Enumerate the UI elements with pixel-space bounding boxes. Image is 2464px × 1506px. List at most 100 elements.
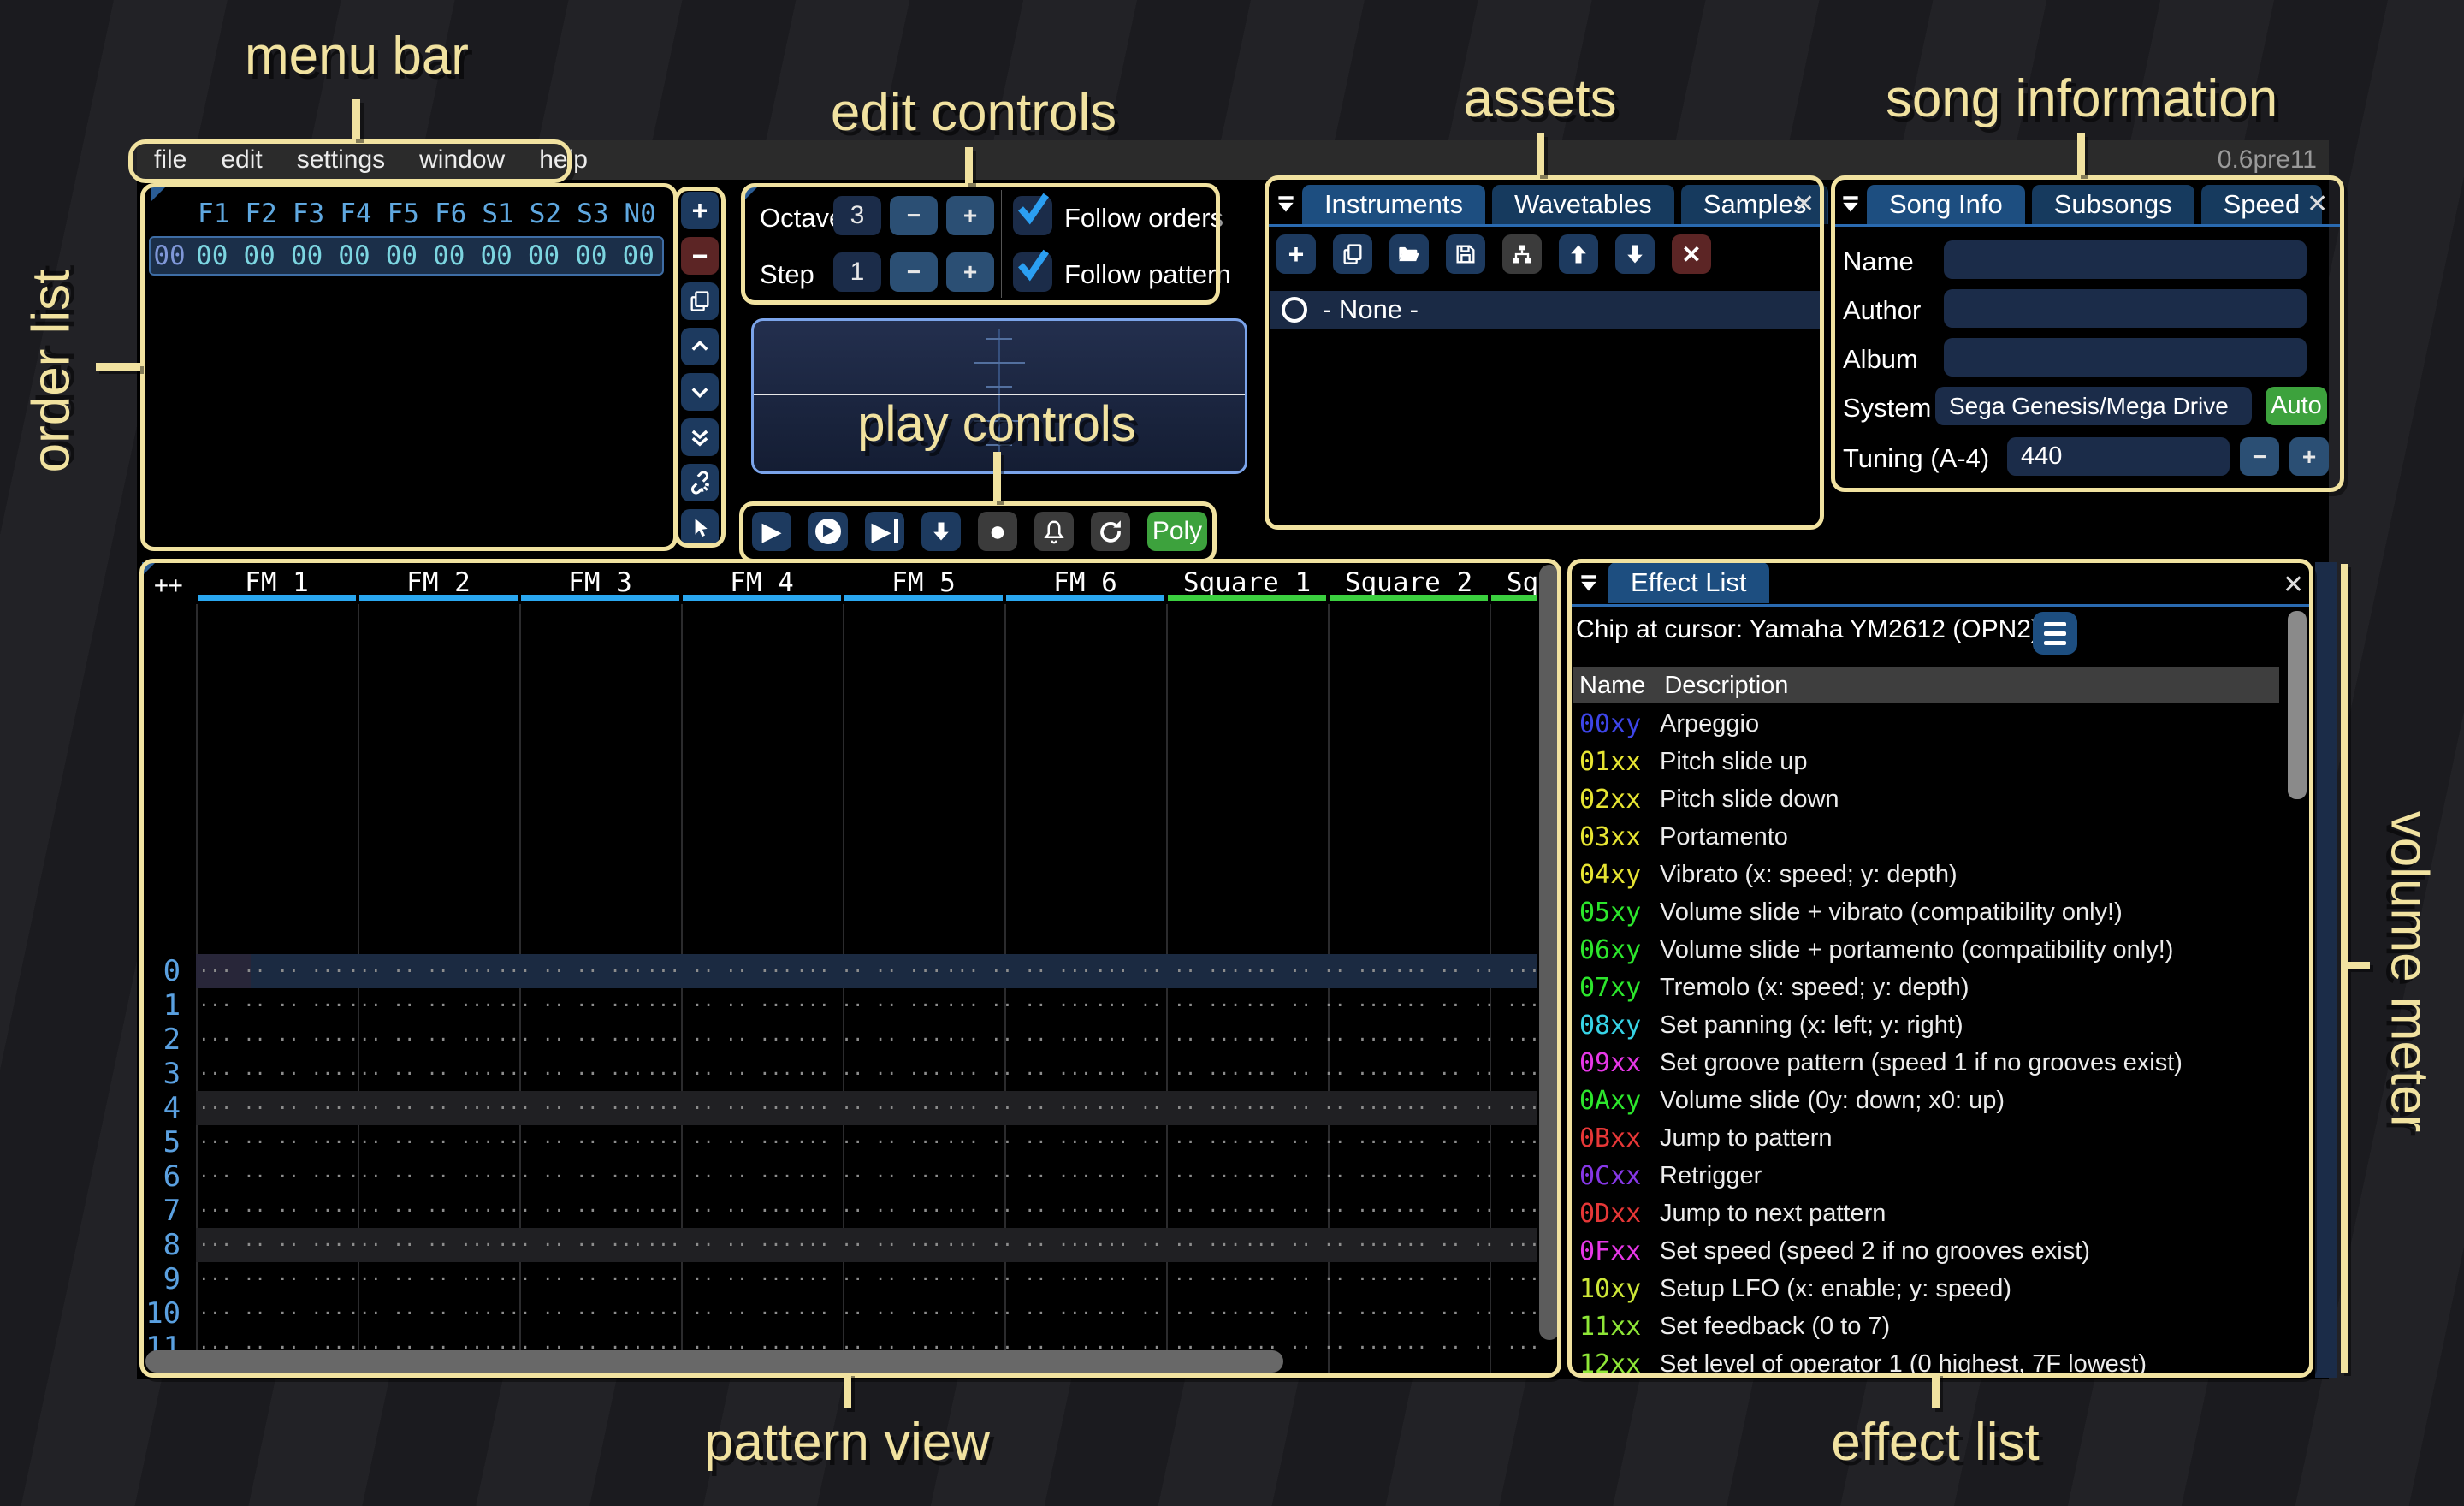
step-plus-button[interactable]: + — [946, 252, 994, 292]
pattern-cell[interactable]: ··· ·· ·· ···· — [192, 1166, 341, 1187]
pattern-row[interactable]: 1 ··· ·· ·· ···· ··· ·· ·· ···· ··· ·· ·… — [142, 988, 1537, 1023]
effect-row[interactable]: 01xx Pitch slide up — [1573, 743, 2283, 780]
record-button[interactable]: ● — [978, 512, 1017, 551]
pattern-cell[interactable]: ··· ·· ·· ···· — [1088, 1166, 1238, 1187]
pattern-row[interactable]: 9 ··· ·· ·· ···· ··· ·· ·· ···· ··· ·· ·… — [142, 1262, 1537, 1296]
menu-item[interactable]: window — [402, 145, 522, 175]
pattern-row[interactable]: 5 ··· ·· ·· ···· ··· ·· ·· ···· ··· ·· ·… — [142, 1125, 1537, 1159]
pattern-cell[interactable]: ··· ·· ·· ···· — [341, 995, 491, 1016]
order-cell[interactable]: 00 — [235, 240, 282, 271]
pattern-row[interactable]: 3 ··· ·· ·· ···· ··· ·· ·· ···· ··· ·· ·… — [142, 1057, 1537, 1091]
pattern-cell[interactable]: ··· ·· ·· ···· — [1238, 1098, 1388, 1118]
order-cell[interactable]: 00 — [615, 240, 662, 271]
order-channel-header[interactable]: F1 — [190, 199, 237, 229]
pattern-row[interactable]: 2 ··· ·· ·· ···· ··· ·· ·· ···· ··· ·· ·… — [142, 1023, 1537, 1057]
album-field[interactable] — [1944, 338, 2307, 376]
pattern-row[interactable]: 4 ··· ·· ·· ···· ··· ·· ·· ···· ··· ·· ·… — [142, 1091, 1537, 1125]
pattern-cell[interactable]: ··· ·· ·· ···· — [1387, 1132, 1537, 1153]
pattern-cell[interactable]: ··· ·· ·· ···· — [939, 1098, 1088, 1118]
pattern-cell[interactable]: ··· ·· ·· ···· — [1238, 1235, 1388, 1255]
order-channel-header[interactable]: F2 — [237, 199, 284, 229]
channel-header[interactable]: FM 5 — [843, 562, 1004, 602]
pattern-cell[interactable]: ··· ·· ·· ···· — [490, 1201, 640, 1221]
pattern-cell[interactable]: ··· ·· ·· ···· — [640, 961, 790, 981]
collapse-icon[interactable] — [1275, 193, 1297, 216]
pattern-cell[interactable]: ··· ·· ·· ···· — [1387, 1098, 1537, 1118]
order-channel-header[interactable]: F6 — [427, 199, 474, 229]
order-channel-header[interactable]: F4 — [332, 199, 379, 229]
song-info-tab[interactable]: Speed — [2201, 185, 2323, 224]
channel-header[interactable]: Square 1 — [1166, 562, 1328, 602]
close-icon[interactable]: ✕ — [2283, 572, 2304, 598]
pattern-cell[interactable]: ··· ·· ·· ···· — [939, 1303, 1088, 1324]
pattern-cell[interactable]: ··· ·· ·· ···· — [1387, 1269, 1537, 1290]
pattern-cell[interactable]: ··· ·· ·· ···· — [790, 1235, 939, 1255]
asset-save-button[interactable] — [1446, 234, 1485, 274]
pattern-cell[interactable]: ··· ·· ·· ···· — [192, 1064, 341, 1084]
pattern-cell[interactable]: ··· ·· ·· ···· — [640, 1098, 790, 1118]
asset-move-down-button[interactable] — [1615, 234, 1655, 274]
order-channel-header[interactable]: S2 — [522, 199, 569, 229]
effect-row[interactable]: 10xy Setup LFO (x: enable; y: speed) — [1573, 1270, 2283, 1307]
step-value[interactable]: 1 — [833, 252, 881, 292]
pattern-cell[interactable]: ··· ·· ·· ···· — [640, 1132, 790, 1153]
pattern-cell[interactable]: ··· ·· ·· ···· — [1387, 1303, 1537, 1324]
pattern-cell[interactable]: ··· ·· ·· ···· — [490, 1235, 640, 1255]
order-add-button[interactable]: + — [681, 192, 719, 229]
pattern-cell[interactable]: ··· ·· ·· ···· — [1238, 1132, 1388, 1153]
play-pattern-button[interactable]: ▶ — [808, 512, 848, 551]
collapse-icon[interactable] — [1839, 193, 1862, 216]
pattern-cell[interactable]: ··· ·· ·· ···· — [790, 1064, 939, 1084]
pattern-cell[interactable]: ··· ·· ·· ···· — [341, 1064, 491, 1084]
pattern-cell[interactable]: ··· ·· ·· ···· — [192, 1235, 341, 1255]
pattern-cell[interactable]: ··· ·· ·· ···· — [939, 1029, 1088, 1050]
assets-tab[interactable]: Instruments — [1302, 185, 1485, 224]
pattern-cell[interactable]: ··· ·· ·· ···· — [341, 1235, 491, 1255]
order-channel-header[interactable]: S3 — [569, 199, 616, 229]
song-info-tab[interactable]: Song Info — [1867, 185, 2025, 224]
effect-list-tab[interactable]: Effect List — [1608, 562, 1769, 603]
effect-row[interactable]: 03xx Portamento — [1573, 818, 2283, 856]
effect-row[interactable]: 0Fxx Set speed (speed 2 if no grooves ex… — [1573, 1232, 2283, 1270]
effect-row[interactable]: 0Dxx Jump to next pattern — [1573, 1195, 2283, 1232]
channel-header[interactable]: FM 2 — [358, 562, 519, 602]
pattern-cell[interactable]: ··· ·· ·· ···· — [341, 1201, 491, 1221]
pattern-cell[interactable]: ··· ·· ·· ···· — [1088, 1132, 1238, 1153]
channel-header[interactable]: Square 2 — [1328, 562, 1490, 602]
pattern-cell[interactable]: ··· ·· ·· ···· — [490, 1132, 640, 1153]
menu-item[interactable]: file — [137, 145, 204, 175]
pattern-row[interactable]: 6 ··· ·· ·· ···· ··· ·· ·· ···· ··· ·· ·… — [142, 1159, 1537, 1194]
effect-row[interactable]: 00xy Arpeggio — [1573, 705, 2283, 743]
effect-row[interactable]: 0Cxx Retrigger — [1573, 1157, 2283, 1195]
song-info-tab[interactable]: Subsongs — [2032, 185, 2194, 224]
pattern-cell[interactable]: ··· ·· ·· ···· — [1238, 995, 1388, 1016]
tuning-minus-button[interactable]: − — [2240, 437, 2279, 476]
menu-item[interactable]: settings — [280, 145, 402, 175]
order-cell[interactable]: 00 — [188, 240, 235, 271]
tuning-plus-button[interactable]: + — [2289, 437, 2329, 476]
pattern-cell[interactable]: ··· ·· ·· ···· — [790, 1201, 939, 1221]
pattern-cell[interactable]: ··· ·· ·· ···· — [192, 1201, 341, 1221]
follow-orders-checkbox[interactable] — [1013, 196, 1052, 235]
pattern-cell[interactable]: ··· ·· ·· ···· — [341, 1269, 491, 1290]
octave-minus-button[interactable]: − — [890, 196, 938, 235]
pattern-cell[interactable]: ··· ·· ·· ···· — [939, 995, 1088, 1016]
step-down-button[interactable] — [921, 512, 961, 551]
effect-row[interactable]: 02xx Pitch slide down — [1573, 780, 2283, 818]
channel-header[interactable]: FM 6 — [1004, 562, 1166, 602]
channel-header[interactable]: FM 4 — [681, 562, 843, 602]
pattern-cell[interactable]: ··· ·· ·· ···· — [640, 1235, 790, 1255]
menu-item[interactable]: help — [522, 145, 605, 175]
assets-tab[interactable]: Wavetables — [1492, 185, 1674, 224]
pattern-cell[interactable]: ··· ·· ·· ···· — [341, 1029, 491, 1050]
pattern-cell[interactable]: ··· ·· ·· ···· — [490, 1098, 640, 1118]
effect-row[interactable]: 07xy Tremolo (x: speed; y: depth) — [1573, 969, 2283, 1006]
order-move-up-button[interactable] — [681, 328, 719, 365]
pattern-cell[interactable]: ··· ·· ·· ···· — [640, 995, 790, 1016]
asset-delete-button[interactable]: ✕ — [1672, 234, 1711, 274]
pattern-row[interactable]: 0 ··· ·· ·· ···· ··· ·· ·· ···· ··· ·· ·… — [142, 954, 1537, 988]
pattern-cell[interactable]: ··· ·· ·· ···· — [1238, 1029, 1388, 1050]
pattern-cell[interactable]: ··· ·· ·· ···· — [490, 1029, 640, 1050]
repeat-pattern-button[interactable] — [1091, 512, 1130, 551]
order-cell[interactable]: 00 — [330, 240, 377, 271]
